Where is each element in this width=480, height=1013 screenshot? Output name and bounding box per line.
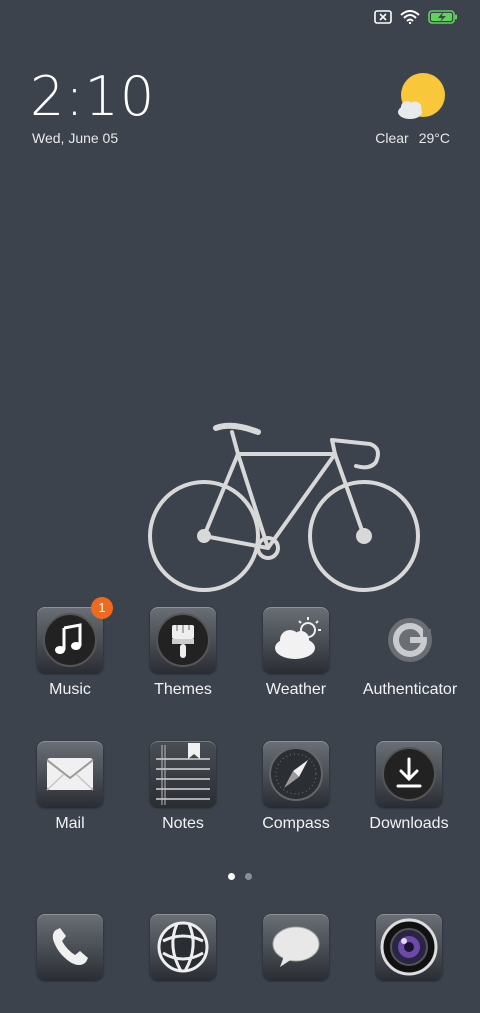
no-sim-icon	[374, 10, 392, 24]
phone-tile[interactable]	[37, 914, 103, 980]
app-compass[interactable]: Compass	[240, 741, 352, 833]
app-downloads[interactable]: Downloads	[353, 741, 465, 833]
notes-tile[interactable]	[150, 741, 216, 807]
app-label: Authenticator	[362, 681, 458, 698]
compass-tile[interactable]	[263, 741, 329, 807]
cloud-sun-icon	[275, 617, 321, 659]
app-themes[interactable]: Themes	[127, 607, 239, 699]
notepad-icon	[156, 743, 210, 805]
app-label: Weather	[265, 681, 327, 698]
envelope-icon	[46, 758, 94, 791]
weather-condition: Clear	[375, 130, 409, 146]
clock-date[interactable]: Wed, June 05	[32, 130, 118, 146]
browser-globe-icon	[157, 921, 209, 973]
notification-badge: 1	[91, 597, 113, 619]
app-mail[interactable]: Mail	[14, 741, 126, 833]
status-bar	[374, 10, 458, 24]
app-label: Compass	[262, 815, 330, 832]
authenticator-g-icon	[388, 618, 432, 662]
app-label: Mail	[55, 815, 85, 832]
battery-charging-icon	[428, 10, 458, 24]
page-indicator	[0, 873, 480, 880]
dock-phone[interactable]	[14, 914, 126, 980]
app-authenticator[interactable]: Authenticator	[353, 607, 467, 699]
dock-messages[interactable]	[240, 914, 352, 980]
app-label: Music	[49, 681, 91, 698]
themes-tile[interactable]	[150, 607, 216, 673]
messages-tile[interactable]	[263, 914, 329, 980]
authenticator-tile[interactable]	[377, 607, 443, 673]
dock-browser[interactable]	[127, 914, 239, 980]
compass-icon	[269, 747, 323, 801]
page-dot-1[interactable]	[228, 873, 235, 880]
mail-tile[interactable]	[37, 741, 103, 807]
dock-camera[interactable]	[353, 914, 465, 980]
app-label: Notes	[162, 815, 204, 832]
download-arrow-icon	[382, 747, 436, 801]
weather-temperature: 29°C	[418, 130, 450, 146]
partly-sunny-icon[interactable]	[396, 72, 450, 127]
music-note-icon	[43, 613, 97, 667]
app-label: Downloads	[369, 815, 449, 832]
wifi-icon	[400, 10, 420, 24]
app-notes[interactable]: Notes	[127, 741, 239, 833]
chat-bubble-icon	[272, 926, 320, 967]
weather-widget-text[interactable]: Clear 29°C	[375, 130, 450, 146]
camera-tile[interactable]	[376, 914, 442, 980]
app-weather[interactable]: Weather	[240, 607, 352, 699]
bicycle-wallpaper	[148, 418, 424, 599]
paintbrush-icon	[156, 613, 210, 667]
app-label: Themes	[154, 681, 212, 698]
phone-icon	[52, 928, 88, 965]
app-music[interactable]: 1 Music	[14, 597, 126, 699]
weather-tile[interactable]	[263, 607, 329, 673]
music-tile[interactable]: 1	[37, 597, 113, 673]
browser-tile[interactable]	[150, 914, 216, 980]
downloads-tile[interactable]	[376, 741, 442, 807]
clock-time[interactable]: 2:10	[30, 70, 155, 124]
page-dot-2[interactable]	[245, 873, 252, 880]
camera-lens-icon	[380, 918, 438, 976]
